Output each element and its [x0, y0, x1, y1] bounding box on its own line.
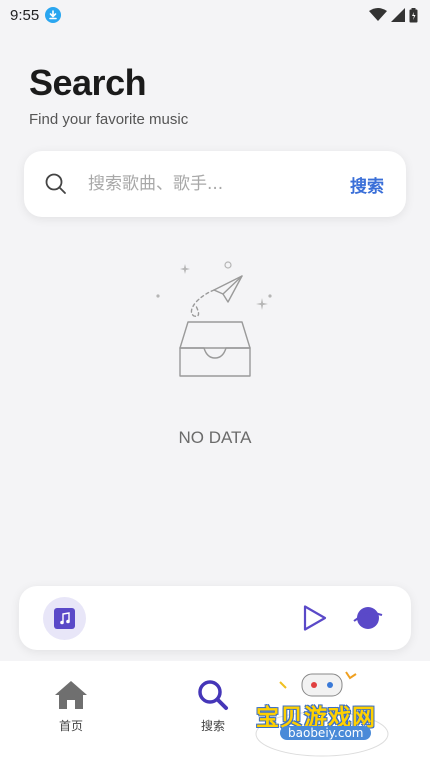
battery-icon	[409, 7, 418, 22]
nav-label-home: 首页	[58, 719, 83, 733]
search-icon	[44, 172, 68, 196]
playlist-icon[interactable]	[353, 604, 383, 632]
signal-icon	[391, 8, 405, 22]
nav-item-home[interactable]: 首页	[31, 677, 111, 734]
status-left: 9:55	[10, 6, 62, 24]
status-time: 9:55	[10, 6, 40, 24]
search-input[interactable]	[86, 173, 348, 195]
download-icon	[45, 7, 62, 23]
search-button[interactable]: 搜索	[348, 172, 386, 197]
play-icon[interactable]	[302, 604, 328, 632]
empty-state-text: NO DATA	[178, 428, 252, 447]
page-subtitle: Find your favorite music	[29, 111, 189, 128]
search-icon	[173, 677, 253, 713]
nav-label-search: 搜索	[200, 719, 225, 733]
status-bar: 9:55	[0, 0, 430, 30]
nav-item-search[interactable]: 搜索	[173, 677, 253, 734]
music-note-icon	[54, 608, 75, 629]
home-icon	[31, 677, 111, 713]
page-title: Search	[29, 62, 147, 103]
status-right	[369, 7, 418, 23]
watermark: 宝贝游戏网 baobeiy.com	[250, 668, 400, 760]
watermark-url: baobeiy.com	[280, 726, 372, 740]
album-cover[interactable]	[43, 597, 86, 640]
mini-player	[19, 586, 411, 650]
empty-illustration	[152, 258, 278, 388]
search-bar: 搜索	[24, 151, 406, 217]
wifi-icon	[369, 8, 387, 21]
